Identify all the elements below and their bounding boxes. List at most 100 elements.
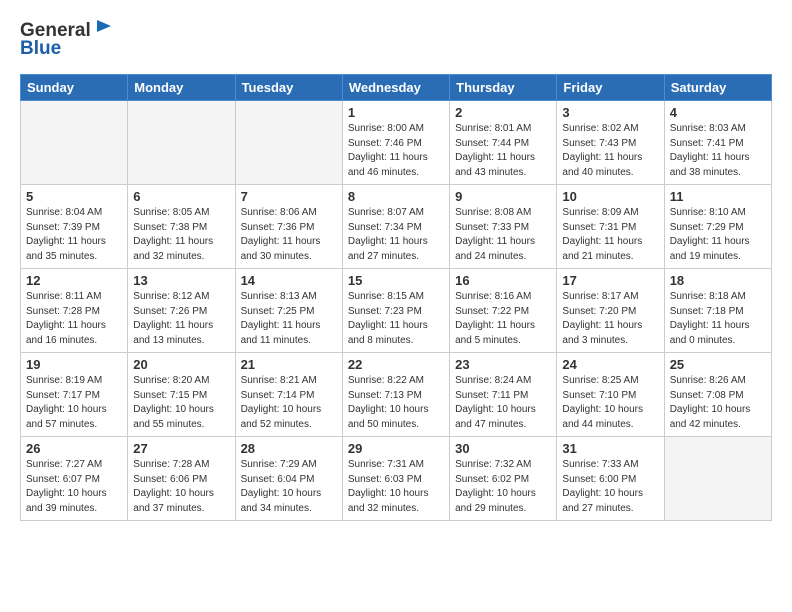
day-cell: 6 Sunrise: 8:05 AMSunset: 7:38 PMDaylight… xyxy=(128,185,235,269)
weekday-thursday: Thursday xyxy=(450,75,557,101)
logo-blue: Blue xyxy=(20,38,61,60)
weekday-header-row: SundayMondayTuesdayWednesdayThursdayFrid… xyxy=(21,75,772,101)
day-number: 25 xyxy=(670,357,766,372)
weekday-sunday: Sunday xyxy=(21,75,128,101)
day-cell: 13 Sunrise: 8:12 AMSunset: 7:26 PMDayligh… xyxy=(128,269,235,353)
day-info: Sunrise: 8:05 AMSunset: 7:38 PMDaylight:… xyxy=(133,206,229,264)
weekday-friday: Friday xyxy=(557,75,664,101)
day-cell: 29Sunrise: 7:31 AMSunset: 6:03 PMDayligh… xyxy=(342,437,449,521)
day-info: Sunrise: 7:31 AMSunset: 6:03 PMDaylight:… xyxy=(348,458,444,516)
day-cell: 10 Sunrise: 8:09 AMSunset: 7:31 PMDayligh… xyxy=(557,185,664,269)
day-info: Sunrise: 8:11 AMSunset: 7:28 PMDaylight:… xyxy=(26,290,122,348)
logo-flag-icon xyxy=(93,18,115,40)
day-number: 4 xyxy=(670,105,766,120)
day-info: Sunrise: 8:03 AMSunset: 7:41 PMDaylight:… xyxy=(670,122,766,180)
weekday-wednesday: Wednesday xyxy=(342,75,449,101)
day-cell: 20 Sunrise: 8:20 AMSunset: 7:15 PMDayligh… xyxy=(128,353,235,437)
day-cell: 16Sunrise: 8:16 AMSunset: 7:22 PMDayligh… xyxy=(450,269,557,353)
day-info: Sunrise: 8:17 AMSunset: 7:20 PMDaylight:… xyxy=(562,290,658,348)
day-number: 28 xyxy=(241,441,337,456)
day-info: Sunrise: 8:26 AMSunset: 7:08 PMDaylight:… xyxy=(670,374,766,432)
day-info: Sunrise: 8:07 AMSunset: 7:34 PMDaylight:… xyxy=(348,206,444,264)
day-cell xyxy=(128,101,235,185)
day-number: 27 xyxy=(133,441,229,456)
day-info: Sunrise: 8:09 AMSunset: 7:31 PMDaylight:… xyxy=(562,206,658,264)
week-row-1: 1Sunrise: 8:00 AMSunset: 7:46 PMDaylight… xyxy=(21,101,772,185)
day-number: 10 xyxy=(562,189,658,204)
day-number: 18 xyxy=(670,273,766,288)
day-cell: 3 Sunrise: 8:02 AMSunset: 7:43 PMDaylight… xyxy=(557,101,664,185)
day-number: 24 xyxy=(562,357,658,372)
day-number: 6 xyxy=(133,189,229,204)
day-cell: 18 Sunrise: 8:18 AMSunset: 7:18 PMDayligh… xyxy=(664,269,771,353)
week-row-5: 26Sunrise: 7:27 AMSunset: 6:07 PMDayligh… xyxy=(21,437,772,521)
weekday-tuesday: Tuesday xyxy=(235,75,342,101)
day-cell: 11Sunrise: 8:10 AMSunset: 7:29 PMDayligh… xyxy=(664,185,771,269)
day-number: 19 xyxy=(26,357,122,372)
week-row-3: 12 Sunrise: 8:11 AMSunset: 7:28 PMDayligh… xyxy=(21,269,772,353)
week-row-4: 19 Sunrise: 8:19 AMSunset: 7:17 PMDayligh… xyxy=(21,353,772,437)
day-number: 22 xyxy=(348,357,444,372)
day-info: Sunrise: 8:04 AMSunset: 7:39 PMDaylight:… xyxy=(26,206,122,264)
day-number: 26 xyxy=(26,441,122,456)
day-info: Sunrise: 8:01 AMSunset: 7:44 PMDaylight:… xyxy=(455,122,551,180)
day-info: Sunrise: 8:06 AMSunset: 7:36 PMDaylight:… xyxy=(241,206,337,264)
calendar-table: SundayMondayTuesdayWednesdayThursdayFrid… xyxy=(20,74,772,521)
day-cell xyxy=(235,101,342,185)
day-info: Sunrise: 8:22 AMSunset: 7:13 PMDaylight:… xyxy=(348,374,444,432)
day-number: 5 xyxy=(26,189,122,204)
page: General Blue SundayMondayTuesdayWednesda… xyxy=(0,0,792,541)
day-info: Sunrise: 8:20 AMSunset: 7:15 PMDaylight:… xyxy=(133,374,229,432)
day-number: 9 xyxy=(455,189,551,204)
day-info: Sunrise: 8:24 AMSunset: 7:11 PMDaylight:… xyxy=(455,374,551,432)
weekday-saturday: Saturday xyxy=(664,75,771,101)
week-row-2: 5 Sunrise: 8:04 AMSunset: 7:39 PMDaylight… xyxy=(21,185,772,269)
day-number: 2 xyxy=(455,105,551,120)
day-number: 30 xyxy=(455,441,551,456)
day-number: 23 xyxy=(455,357,551,372)
day-cell: 21Sunrise: 8:21 AMSunset: 7:14 PMDayligh… xyxy=(235,353,342,437)
day-cell: 27 Sunrise: 7:28 AMSunset: 6:06 PMDayligh… xyxy=(128,437,235,521)
day-info: Sunrise: 8:10 AMSunset: 7:29 PMDaylight:… xyxy=(670,206,766,264)
day-number: 12 xyxy=(26,273,122,288)
day-number: 1 xyxy=(348,105,444,120)
day-cell: 28 Sunrise: 7:29 AMSunset: 6:04 PMDayligh… xyxy=(235,437,342,521)
day-cell: 14Sunrise: 8:13 AMSunset: 7:25 PMDayligh… xyxy=(235,269,342,353)
day-info: Sunrise: 7:28 AMSunset: 6:06 PMDaylight:… xyxy=(133,458,229,516)
day-cell: 17 Sunrise: 8:17 AMSunset: 7:20 PMDayligh… xyxy=(557,269,664,353)
day-cell: 24 Sunrise: 8:25 AMSunset: 7:10 PMDayligh… xyxy=(557,353,664,437)
day-cell xyxy=(664,437,771,521)
day-info: Sunrise: 8:15 AMSunset: 7:23 PMDaylight:… xyxy=(348,290,444,348)
day-cell: 1Sunrise: 8:00 AMSunset: 7:46 PMDaylight… xyxy=(342,101,449,185)
day-cell: 19 Sunrise: 8:19 AMSunset: 7:17 PMDayligh… xyxy=(21,353,128,437)
day-cell: 15 Sunrise: 8:15 AMSunset: 7:23 PMDayligh… xyxy=(342,269,449,353)
day-info: Sunrise: 8:13 AMSunset: 7:25 PMDaylight:… xyxy=(241,290,337,348)
day-info: Sunrise: 8:18 AMSunset: 7:18 PMDaylight:… xyxy=(670,290,766,348)
header: General Blue xyxy=(20,20,772,60)
day-number: 3 xyxy=(562,105,658,120)
day-cell: 23 Sunrise: 8:24 AMSunset: 7:11 PMDayligh… xyxy=(450,353,557,437)
weekday-monday: Monday xyxy=(128,75,235,101)
day-number: 7 xyxy=(241,189,337,204)
day-cell: 9Sunrise: 8:08 AMSunset: 7:33 PMDaylight… xyxy=(450,185,557,269)
day-info: Sunrise: 8:02 AMSunset: 7:43 PMDaylight:… xyxy=(562,122,658,180)
day-info: Sunrise: 8:25 AMSunset: 7:10 PMDaylight:… xyxy=(562,374,658,432)
day-cell: 30 Sunrise: 7:32 AMSunset: 6:02 PMDayligh… xyxy=(450,437,557,521)
day-info: Sunrise: 7:32 AMSunset: 6:02 PMDaylight:… xyxy=(455,458,551,516)
day-number: 20 xyxy=(133,357,229,372)
day-info: Sunrise: 7:29 AMSunset: 6:04 PMDaylight:… xyxy=(241,458,337,516)
day-number: 31 xyxy=(562,441,658,456)
day-cell: 4 Sunrise: 8:03 AMSunset: 7:41 PMDaylight… xyxy=(664,101,771,185)
day-info: Sunrise: 8:12 AMSunset: 7:26 PMDaylight:… xyxy=(133,290,229,348)
day-number: 17 xyxy=(562,273,658,288)
day-number: 15 xyxy=(348,273,444,288)
day-info: Sunrise: 8:16 AMSunset: 7:22 PMDaylight:… xyxy=(455,290,551,348)
day-number: 13 xyxy=(133,273,229,288)
day-info: Sunrise: 8:19 AMSunset: 7:17 PMDaylight:… xyxy=(26,374,122,432)
day-cell: 12 Sunrise: 8:11 AMSunset: 7:28 PMDayligh… xyxy=(21,269,128,353)
day-info: Sunrise: 8:21 AMSunset: 7:14 PMDaylight:… xyxy=(241,374,337,432)
day-cell: 26Sunrise: 7:27 AMSunset: 6:07 PMDayligh… xyxy=(21,437,128,521)
day-cell: 31Sunrise: 7:33 AMSunset: 6:00 PMDayligh… xyxy=(557,437,664,521)
day-cell: 5 Sunrise: 8:04 AMSunset: 7:39 PMDaylight… xyxy=(21,185,128,269)
day-cell xyxy=(21,101,128,185)
